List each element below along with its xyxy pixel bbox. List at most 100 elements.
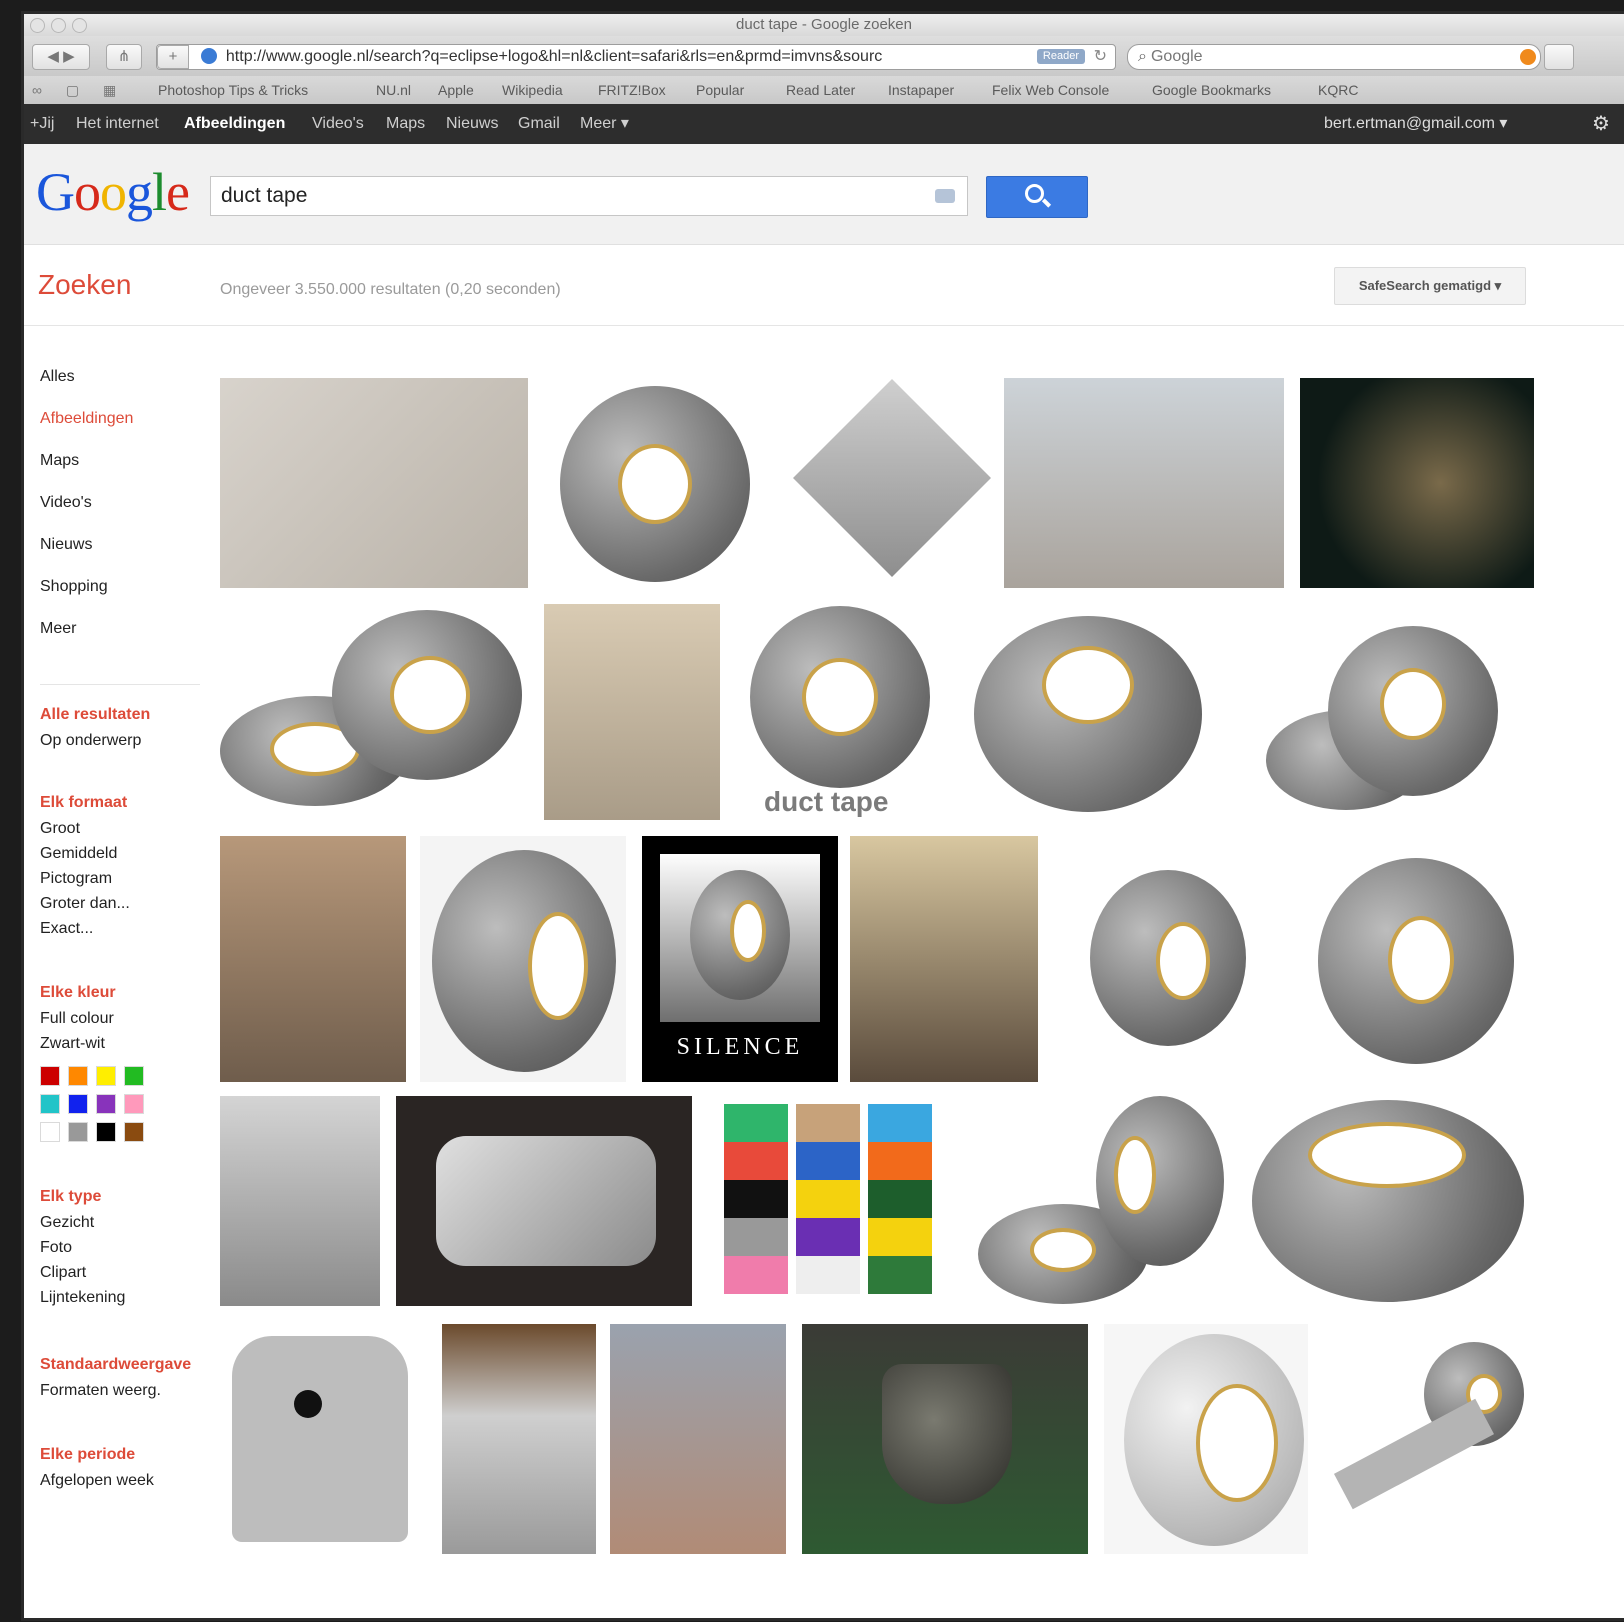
sidebar-item-alles[interactable]: Alles [40,368,75,386]
bookmark-instapaper[interactable]: Instapaper [888,76,954,104]
bookmark-read-later[interactable]: Read Later [786,76,855,104]
bookmark-tool-icons[interactable]: ∞ ▢ ▦ [32,76,126,104]
gbar-plus-jij[interactable]: +Jij [30,104,54,144]
gbar-maps[interactable]: Maps [386,104,425,144]
image-result[interactable] [396,1096,692,1306]
filter-zwart-wit[interactable]: Zwart-wit [40,1035,105,1053]
gear-icon[interactable]: ⚙ [1592,104,1610,144]
bookmark-wikipedia[interactable]: Wikipedia [502,76,563,104]
sidebar-item-afbeeldingen[interactable]: Afbeeldingen [40,410,133,428]
filter-formaten-weergeven[interactable]: Formaten weerg. [40,1382,161,1400]
image-result[interactable] [802,1324,1088,1554]
color-swatch-teal[interactable] [40,1094,60,1114]
filter-gezicht[interactable]: Gezicht [40,1214,94,1232]
image-result[interactable] [1004,378,1284,588]
image-result[interactable]: duct tape [740,604,940,824]
image-result[interactable] [850,836,1038,1082]
bookmark-google-bookmarks[interactable]: Google Bookmarks [1152,76,1271,104]
filter-gemiddeld[interactable]: Gemiddeld [40,845,117,863]
sidebar-item-videos[interactable]: Video's [40,494,92,512]
color-swatch-blue[interactable] [68,1094,88,1114]
filter-heading-elke-periode[interactable]: Elke periode [40,1446,135,1464]
sidebar-item-nieuws[interactable]: Nieuws [40,536,92,554]
sidebar-item-maps[interactable]: Maps [40,452,79,470]
filter-heading-standaardweergave[interactable]: Standaardweergave [40,1356,206,1374]
color-swatch-white[interactable] [40,1122,60,1142]
search-input[interactable]: duct tape [210,176,968,216]
filter-heading-elk-type[interactable]: Elk type [40,1188,101,1206]
sidebar-item-meer[interactable]: Meer [40,620,76,638]
gbar-nieuws[interactable]: Nieuws [446,104,498,144]
filter-clipart[interactable]: Clipart [40,1264,86,1282]
image-result[interactable] [1314,854,1518,1068]
image-result[interactable] [220,606,530,818]
color-swatch-purple[interactable] [96,1094,116,1114]
filter-groter-dan[interactable]: Groter dan... [40,895,130,913]
image-result[interactable] [220,378,528,588]
minimize-window-button[interactable] [51,18,66,33]
color-swatch-brown[interactable] [124,1122,144,1142]
image-result[interactable]: SILENCE [642,836,838,1082]
bookmark-fritzbox[interactable]: FRITZ!Box [598,76,666,104]
reload-icon[interactable]: ↻ [1094,45,1107,69]
image-result[interactable] [220,1096,380,1306]
image-result[interactable] [792,378,992,588]
image-result[interactable] [420,836,626,1082]
gbar-het-internet[interactable]: Het internet [76,104,159,144]
back-forward-buttons[interactable]: ◀ ▶ [32,44,90,70]
snapback-icon[interactable] [1520,49,1536,65]
image-result[interactable] [974,606,1204,816]
image-result[interactable] [1300,378,1534,588]
filter-pictogram[interactable]: Pictogram [40,870,112,888]
google-logo[interactable]: Google [36,162,190,222]
account-menu[interactable]: bert.ertman@gmail.com ▾ [1324,104,1507,144]
gbar-afbeeldingen[interactable]: Afbeeldingen [184,104,285,144]
forward-arrow-icon[interactable]: ▶ [63,48,75,65]
bookmark-nunl[interactable]: NU.nl [376,76,411,104]
gbar-gmail[interactable]: Gmail [518,104,560,144]
image-result[interactable] [610,1324,786,1554]
image-result[interactable] [724,1104,938,1294]
sidebar-item-shopping[interactable]: Shopping [40,578,108,596]
bookmark-popular[interactable]: Popular [696,76,744,104]
image-result[interactable] [1090,870,1250,1050]
filter-heading-elke-kleur[interactable]: Elke kleur [40,984,116,1002]
address-bar[interactable]: + http://www.google.nl/search?q=eclipse+… [156,44,1116,70]
image-result[interactable] [220,836,406,1082]
bookmark-kqrc[interactable]: KQRC [1318,76,1358,104]
filter-groot[interactable]: Groot [40,820,80,838]
filter-heading-alle-resultaten[interactable]: Alle resultaten [40,706,150,724]
image-result[interactable] [544,604,720,820]
image-result[interactable] [978,1096,1228,1306]
bookmark-apple[interactable]: Apple [438,76,474,104]
back-arrow-icon[interactable]: ◀ [47,48,59,65]
color-swatch-yellow[interactable] [96,1066,116,1086]
filter-afgelopen-week[interactable]: Afgelopen week [40,1472,154,1490]
image-result[interactable] [1324,1334,1534,1534]
gbar-videos[interactable]: Video's [312,104,364,144]
safesearch-button[interactable]: SafeSearch gematigd ▾ [1334,267,1526,305]
color-swatch-pink[interactable] [124,1094,144,1114]
zoom-window-button[interactable] [72,18,87,33]
camera-icon[interactable] [935,189,955,203]
image-result[interactable] [554,378,754,588]
color-swatch-orange[interactable] [68,1066,88,1086]
bookmark-photoshop[interactable]: Photoshop Tips & Tricks [158,76,308,104]
color-swatch-gray[interactable] [68,1122,88,1142]
color-swatch-red[interactable] [40,1066,60,1086]
image-result[interactable] [220,1324,420,1554]
filter-heading-elk-formaat[interactable]: Elk formaat [40,794,127,812]
filter-exact[interactable]: Exact... [40,920,93,938]
image-result[interactable] [1250,1096,1526,1306]
color-swatch-green[interactable] [124,1066,144,1086]
gbar-meer[interactable]: Meer ▾ [580,104,629,144]
image-result[interactable] [1104,1324,1308,1554]
reader-button[interactable]: Reader [1036,49,1085,64]
filter-foto[interactable]: Foto [40,1239,72,1257]
browser-search-field[interactable]: ⌕ Google [1127,44,1541,70]
filter-op-onderwerp[interactable]: Op onderwerp [40,732,141,750]
reading-list-button[interactable]: ⋔ [106,44,142,70]
bookmark-felix[interactable]: Felix Web Console [992,76,1109,104]
filter-full-colour[interactable]: Full colour [40,1010,114,1028]
page-menu-button[interactable] [1544,44,1574,70]
